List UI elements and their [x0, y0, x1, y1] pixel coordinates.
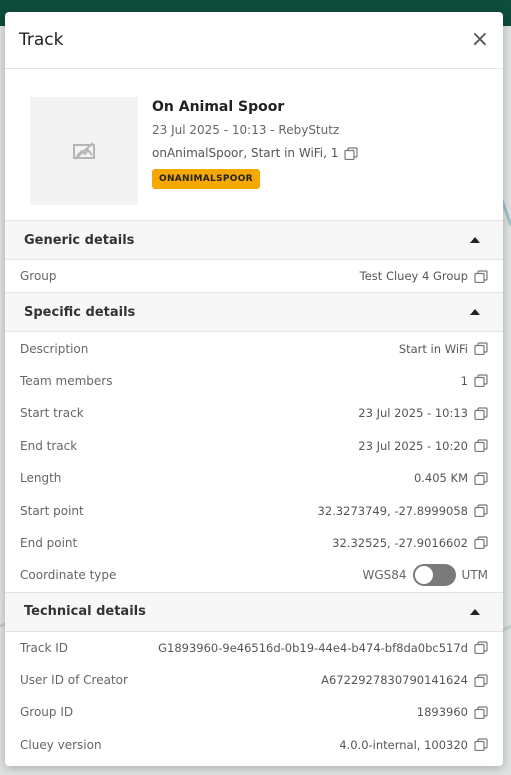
section-title: Generic details [24, 232, 135, 248]
detail-row: User ID of Creator A6722927830790141624 [5, 664, 503, 696]
row-value: 23 Jul 2025 - 10:20 [358, 439, 488, 453]
detail-row: Group ID 1893960 [5, 696, 503, 728]
detail-row: Length 0.405 KM [5, 462, 503, 494]
detail-row: Cluey version 4.0.0-internal, 100320 [5, 729, 503, 761]
row-value: Test Cluey 4 Group [360, 269, 488, 283]
track-tags: onAnimalSpoor, Start in WiFi, 1 [152, 146, 359, 160]
row-value-text: 0.405 KM [413, 471, 468, 486]
row-label: Group [20, 269, 57, 284]
copy-icon[interactable] [474, 706, 488, 719]
image-off-icon [30, 97, 138, 205]
row-value: G1893960-9e46516d-0b19-44e4-b474-bf8da0b… [158, 641, 488, 655]
close-icon[interactable]: × [471, 29, 489, 51]
detail-row: Description Start in WiFi [5, 332, 503, 364]
row-value: 32.32525, -27.9016602 [332, 536, 488, 550]
row-value-text: Test Cluey 4 Group [359, 269, 468, 284]
row-label: Coordinate type [20, 568, 117, 583]
copy-icon[interactable] [344, 146, 359, 160]
track-name: On Animal Spoor [152, 99, 285, 115]
section-specific-details[interactable]: Specific details [5, 292, 503, 333]
row-label: Cluey version [20, 737, 102, 752]
row-label: Start track [20, 406, 84, 421]
detail-row: Start point 32.3273749, -27.8999058 [5, 494, 503, 526]
row-value: 1893960 [417, 705, 488, 719]
row-label: Team members [20, 373, 113, 388]
row-label: Start point [20, 503, 84, 518]
copy-icon[interactable] [474, 407, 488, 420]
row-value: 23 Jul 2025 - 10:13 [358, 406, 488, 420]
copy-icon[interactable] [474, 270, 488, 283]
row-value-text: 23 Jul 2025 - 10:20 [358, 438, 468, 453]
copy-icon[interactable] [474, 342, 488, 356]
detail-row: End point 32.32525, -27.9016602 [5, 527, 503, 559]
coordinate-type-toggle-group: WGS84 UTM [362, 564, 488, 587]
section-title: Specific details [24, 304, 136, 320]
row-label: End track [20, 438, 78, 453]
row-value: 32.3273749, -27.8999058 [318, 504, 488, 518]
specific-details-list: Description Start in WiFi Team members 1 Sta… [5, 332, 503, 559]
toggle-knob [414, 566, 433, 585]
detail-row: Track ID G1893960-9e46516d-0b19-44e4-b474… [5, 632, 503, 664]
detail-row: Group Test Cluey 4 Group [5, 260, 503, 292]
toggle-right-label: UTM [461, 568, 488, 583]
technical-details-list: Track ID G1893960-9e46516d-0b19-44e4-b474… [5, 632, 503, 762]
caret-up-icon [470, 309, 480, 316]
row-label: Track ID [20, 640, 68, 655]
row-value: 0.405 KM [414, 471, 488, 485]
copy-icon[interactable] [474, 439, 488, 453]
row-label: Group ID [20, 705, 74, 720]
caret-up-icon [470, 608, 480, 615]
row-value: A6722927830790141624 [321, 673, 488, 687]
coordinate-type-row: Coordinate type WGS84 UTM [5, 559, 503, 591]
detail-row: End track 23 Jul 2025 - 10:20 [5, 430, 503, 462]
row-label: Description [20, 341, 89, 356]
track-dialog: Track × On Animal Spoor 23 Jul 2025 - 10… [5, 12, 503, 766]
section-title: Technical details [24, 604, 146, 620]
section-generic-details[interactable]: Generic details [5, 220, 503, 260]
row-value-text: 1893960 [416, 705, 468, 720]
row-value-text: 32.32525, -27.9016602 [332, 535, 468, 550]
coordinate-type-toggle[interactable] [412, 564, 456, 587]
row-value: 4.0.0-internal, 100320 [339, 738, 488, 752]
copy-icon[interactable] [474, 641, 488, 655]
section-technical-details[interactable]: Technical details [5, 591, 503, 632]
row-value-text: 1 [460, 373, 468, 388]
row-value-text: 4.0.0-internal, 100320 [339, 737, 468, 752]
copy-icon[interactable] [474, 504, 488, 518]
copy-icon[interactable] [474, 673, 488, 687]
row-label: User ID of Creator [20, 673, 128, 688]
copy-icon[interactable] [474, 738, 488, 752]
row-value-text: A6722927830790141624 [321, 673, 468, 688]
row-value-text: 23 Jul 2025 - 10:13 [358, 406, 468, 421]
caret-up-icon [470, 237, 480, 243]
row-value-text: G1893960-9e46516d-0b19-44e4-b474-bf8da0b… [158, 640, 468, 655]
track-tags-text: onAnimalSpoor, Start in WiFi, 1 [152, 146, 339, 160]
dialog-header: Track × [5, 12, 503, 69]
toggle-left-label: WGS84 [362, 568, 407, 583]
row-label: End point [20, 535, 78, 550]
row-value-text: Start in WiFi [398, 341, 468, 356]
dialog-title: Track [19, 30, 64, 50]
row-value: 1 [461, 374, 488, 388]
copy-icon[interactable] [474, 374, 488, 388]
track-type-badge: ONANIMALSPOOR [152, 169, 260, 189]
copy-icon[interactable] [474, 536, 488, 550]
row-value: Start in WiFi [399, 342, 488, 356]
detail-row: Start track 23 Jul 2025 - 10:13 [5, 397, 503, 429]
copy-icon[interactable] [474, 472, 488, 485]
track-meta: 23 Jul 2025 - 10:13 - RebyStutz [152, 123, 340, 137]
detail-row: Team members 1 [5, 365, 503, 397]
row-value-text: 32.3273749, -27.8999058 [317, 503, 468, 518]
generic-details-list: Group Test Cluey 4 Group [5, 260, 503, 292]
row-label: Length [20, 471, 62, 486]
track-summary: On Animal Spoor 23 Jul 2025 - 10:13 - Re… [5, 69, 503, 220]
